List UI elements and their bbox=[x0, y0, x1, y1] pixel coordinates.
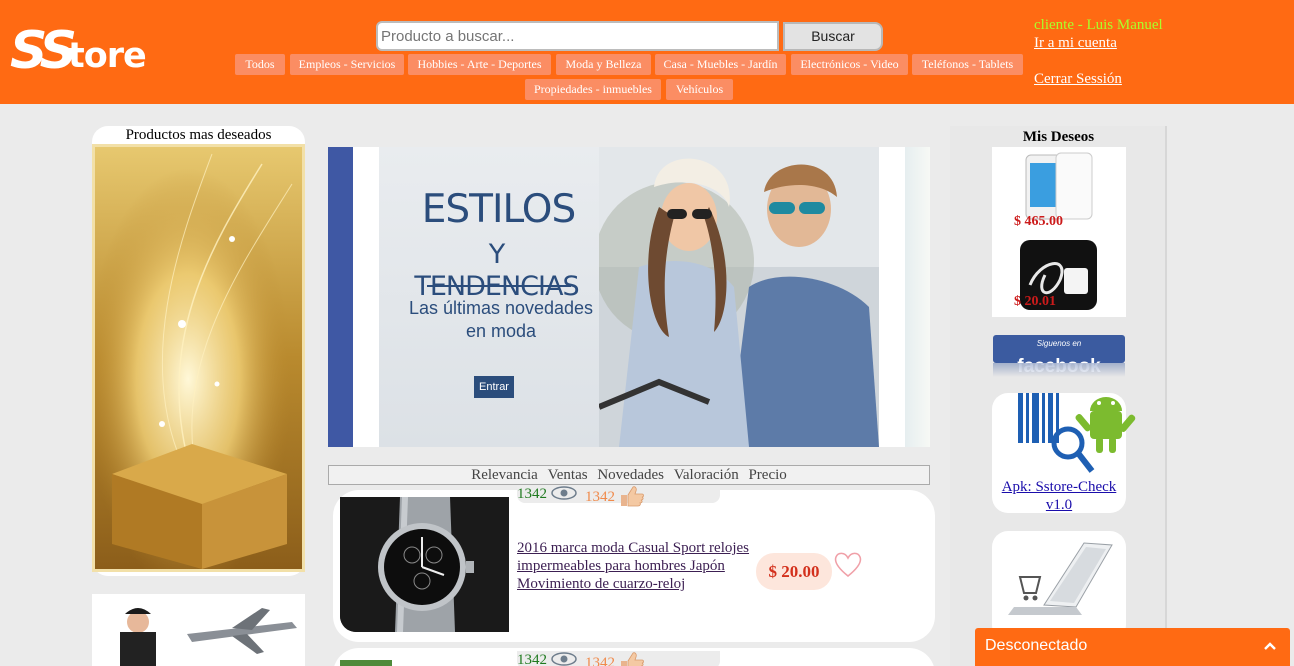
product-stats: 1342 1342 bbox=[517, 485, 720, 507]
svg-text:SS: SS bbox=[10, 22, 75, 72]
delivery-plane-image bbox=[120, 608, 297, 666]
thumbs-up-icon bbox=[620, 486, 644, 507]
user-greeting: cliente - Luis Manuel bbox=[1034, 17, 1163, 33]
wish-price: $ 465.00 bbox=[1014, 214, 1063, 229]
watch-image bbox=[340, 497, 509, 632]
banner-headline: ESTILOS bbox=[421, 187, 577, 232]
promo-banner[interactable]: ESTILOS Y TENDENCIAS Las últimas novedad… bbox=[328, 147, 930, 447]
gift-box-image[interactable] bbox=[92, 144, 305, 572]
sort-valoracion[interactable]: Valoración bbox=[674, 467, 739, 483]
category-electronicos[interactable]: Electrónicos - Video bbox=[791, 54, 908, 75]
logout-link[interactable]: Cerrar Sessión bbox=[1034, 70, 1254, 88]
banner-subtitle: Las últimas novedades en moda bbox=[408, 298, 594, 341]
store-promo-panel[interactable] bbox=[992, 531, 1126, 641]
banner-slide: ESTILOS Y TENDENCIAS Las últimas novedad… bbox=[379, 147, 879, 447]
product-image[interactable] bbox=[340, 497, 509, 632]
product-card: 1342 1342 bbox=[333, 648, 935, 666]
site-header: SS tore Buscar Todos Empleos - Servicios… bbox=[0, 0, 1294, 104]
facebook-prefix: Siguenos en bbox=[1036, 339, 1082, 348]
sort-relevancia[interactable]: Relevancia bbox=[471, 467, 538, 483]
sort-novedades[interactable]: Novedades bbox=[597, 467, 664, 483]
category-casa[interactable]: Casa - Muebles - Jardín bbox=[655, 54, 786, 75]
wish-price: $ 20.01 bbox=[1014, 294, 1056, 309]
apk-download-link[interactable]: Apk: Sstore-Check v1.0 bbox=[992, 478, 1126, 514]
chat-status: Desconectado bbox=[985, 637, 1088, 654]
banner-divider bbox=[427, 285, 571, 287]
most-wanted-title: Productos mas deseados bbox=[125, 127, 272, 143]
facebook-reflection bbox=[993, 363, 1125, 377]
category-todos[interactable]: Todos bbox=[235, 54, 285, 75]
couple-photo bbox=[599, 147, 879, 447]
account-link[interactable]: Ir a mi cuenta bbox=[1034, 34, 1254, 52]
most-wanted-panel: Productos mas deseados bbox=[92, 126, 305, 576]
views-count: 1342 bbox=[517, 651, 577, 666]
phone-image[interactable] bbox=[1022, 151, 1096, 223]
banner-enter-button[interactable]: Entrar bbox=[474, 376, 514, 398]
banner-prev-slide bbox=[328, 147, 353, 447]
wishlist-panel: $ 465.00 $ 20.01 bbox=[992, 147, 1126, 317]
chat-widget[interactable]: Desconectado bbox=[975, 628, 1290, 666]
likes-count: 1342 bbox=[585, 651, 645, 666]
facebook-follow-button[interactable]: Siguenos en facebook bbox=[993, 335, 1125, 377]
search-input[interactable] bbox=[376, 21, 779, 51]
product-card: 1342 1342 2016 marca moda Casual Sport r… bbox=[333, 485, 935, 642]
sort-precio[interactable]: Precio bbox=[748, 467, 786, 483]
chevron-up-icon[interactable] bbox=[1261, 638, 1279, 656]
laptop-cart-image bbox=[1008, 542, 1113, 615]
category-empleos[interactable]: Empleos - Servicios bbox=[290, 54, 404, 75]
likes-count: 1342 bbox=[585, 485, 645, 507]
logo-icon: SS tore bbox=[10, 21, 147, 81]
product-image[interactable] bbox=[340, 660, 392, 666]
category-moda[interactable]: Moda y Belleza bbox=[556, 54, 651, 75]
shipping-promo[interactable] bbox=[92, 594, 305, 666]
product-price: $ 20.00 bbox=[756, 553, 832, 590]
search-button[interactable]: Buscar bbox=[783, 22, 883, 51]
banner-next-slide bbox=[905, 147, 930, 447]
svg-text:tore: tore bbox=[68, 36, 146, 72]
heart-icon[interactable] bbox=[833, 550, 863, 578]
user-menu: cliente - Luis Manuel Ir a mi cuenta Cer… bbox=[1034, 16, 1254, 88]
category-propiedades[interactable]: Propiedades - inmuebles bbox=[525, 79, 661, 100]
product-stats: 1342 1342 bbox=[517, 651, 720, 666]
search-bar: Buscar bbox=[376, 21, 886, 51]
apk-panel: Apk: Sstore-Check v1.0 bbox=[992, 393, 1136, 514]
eye-icon bbox=[551, 652, 577, 666]
sort-bar: Relevancia Ventas Novedades Valoración P… bbox=[328, 465, 930, 485]
banner-headline-2: Y TENDENCIAS bbox=[414, 239, 579, 302]
thumbs-up-icon bbox=[620, 652, 644, 666]
product-title-link[interactable]: 2016 marca moda Casual Sport relojes imp… bbox=[517, 539, 757, 593]
category-telefonos[interactable]: Teléfonos - Tablets bbox=[912, 54, 1023, 75]
sstore-logo[interactable]: SS tore bbox=[10, 21, 175, 81]
eye-icon bbox=[551, 486, 577, 500]
wishlist-title: Mis Deseos bbox=[1022, 129, 1095, 145]
category-hobbies[interactable]: Hobbies - Arte - Deportes bbox=[408, 54, 551, 75]
sort-ventas[interactable]: Ventas bbox=[548, 467, 588, 483]
views-count: 1342 bbox=[517, 485, 577, 503]
category-vehiculos[interactable]: Vehículos bbox=[666, 79, 733, 100]
barcode-android-icon bbox=[1018, 393, 1136, 473]
